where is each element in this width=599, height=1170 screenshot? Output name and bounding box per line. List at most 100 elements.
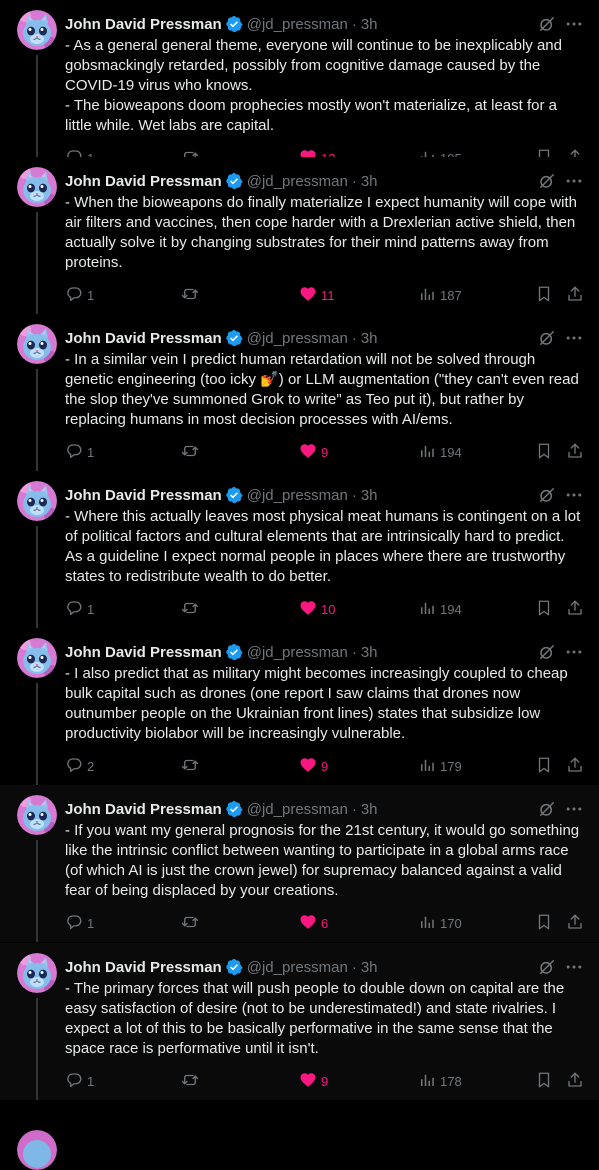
share-button[interactable] <box>566 599 584 619</box>
author-name[interactable]: John David Pressman <box>65 959 222 976</box>
bookmark-button[interactable] <box>535 285 553 305</box>
tweet-timestamp[interactable]: 3h <box>361 330 378 347</box>
reply-button[interactable]: 2 <box>65 756 94 776</box>
grok-icon[interactable] <box>537 642 557 662</box>
share-button[interactable] <box>566 442 584 462</box>
more-icon[interactable] <box>564 485 584 505</box>
like-button[interactable]: 9 <box>299 1071 328 1091</box>
like-button[interactable]: 9 <box>299 756 328 776</box>
reply-button[interactable]: 1 <box>65 599 94 619</box>
grok-icon[interactable] <box>537 328 557 348</box>
tweet[interactable]: John David Pressman @jd_pressman · 3h - … <box>0 785 599 942</box>
tweet-timestamp[interactable]: 3h <box>361 173 378 190</box>
tweet-timestamp[interactable]: 3h <box>361 644 378 661</box>
bookmark-button[interactable] <box>535 599 553 619</box>
like-button[interactable]: 10 <box>299 599 335 619</box>
like-button[interactable]: 9 <box>299 442 328 462</box>
author-handle[interactable]: @jd_pressman <box>247 644 348 661</box>
views-icon <box>418 913 436 934</box>
author-avatar[interactable] <box>17 638 57 678</box>
tweet[interactable]: John David Pressman @jd_pressman · 3h - … <box>0 471 599 628</box>
repost-button[interactable] <box>181 756 203 776</box>
share-button[interactable] <box>566 756 584 776</box>
bookmark-button[interactable] <box>535 442 553 462</box>
tweet-timestamp[interactable]: 3h <box>361 959 378 976</box>
grok-icon[interactable] <box>537 14 557 34</box>
separator-dot: · <box>351 486 357 504</box>
verified-badge-icon <box>226 15 243 33</box>
author-avatar[interactable] <box>17 10 57 50</box>
tweet[interactable]: John David Pressman @jd_pressman · 3h - … <box>0 157 599 314</box>
views-icon <box>418 285 436 306</box>
reply-button[interactable]: 1 <box>65 285 94 305</box>
bookmark-icon <box>535 285 553 306</box>
separator-dot: · <box>351 172 357 190</box>
reply-button[interactable]: 1 <box>65 442 94 462</box>
more-icon[interactable] <box>564 799 584 819</box>
repost-button[interactable] <box>181 442 203 462</box>
like-button[interactable]: 6 <box>299 913 328 933</box>
author-avatar[interactable] <box>17 795 57 835</box>
tweet-timestamp[interactable]: 3h <box>361 16 378 33</box>
tweet-text: - As a general general theme, everyone w… <box>65 36 585 136</box>
author-name[interactable]: John David Pressman <box>65 801 222 818</box>
grok-icon[interactable] <box>537 171 557 191</box>
bookmark-button[interactable] <box>535 756 553 776</box>
author-handle[interactable]: @jd_pressman <box>247 801 348 818</box>
tweet-timestamp[interactable]: 3h <box>361 801 378 818</box>
share-button[interactable] <box>566 285 584 305</box>
views-count: 179 <box>440 758 462 774</box>
author-avatar[interactable] <box>17 953 57 993</box>
grok-icon[interactable] <box>537 799 557 819</box>
reply-button[interactable]: 1 <box>65 913 94 933</box>
more-icon[interactable] <box>564 328 584 348</box>
author-handle[interactable]: @jd_pressman <box>247 330 348 347</box>
more-icon[interactable] <box>564 171 584 191</box>
bookmark-button[interactable] <box>535 1071 553 1091</box>
reply-icon <box>65 599 83 620</box>
author-handle[interactable]: @jd_pressman <box>247 959 348 976</box>
more-icon[interactable] <box>564 642 584 662</box>
tweet-text: - Where this actually leaves most physic… <box>65 507 585 587</box>
author-name[interactable]: John David Pressman <box>65 644 222 661</box>
reply-count: 1 <box>87 287 95 303</box>
like-button[interactable]: 11 <box>299 285 335 305</box>
repost-button[interactable] <box>181 913 203 933</box>
tweet-actions: 1 11 187 <box>0 285 599 305</box>
tweet[interactable]: John David Pressman @jd_pressman · 3h - … <box>0 943 599 1100</box>
author-name[interactable]: John David Pressman <box>65 487 222 504</box>
views-button[interactable]: 170 <box>418 913 462 933</box>
author-name[interactable]: John David Pressman <box>65 330 222 347</box>
tweet-timestamp[interactable]: 3h <box>361 487 378 504</box>
views-button[interactable]: 179 <box>418 756 462 776</box>
repost-button[interactable] <box>181 1071 203 1091</box>
tweet[interactable]: John David Pressman @jd_pressman · 3h - … <box>0 628 599 785</box>
author-avatar[interactable] <box>17 324 57 364</box>
grok-icon[interactable] <box>537 485 557 505</box>
bookmark-button[interactable] <box>535 913 553 933</box>
repost-button[interactable] <box>181 599 203 619</box>
more-icon[interactable] <box>564 14 584 34</box>
author-avatar[interactable] <box>17 481 57 521</box>
reply-count: 2 <box>87 758 95 774</box>
more-icon[interactable] <box>564 957 584 977</box>
author-handle[interactable]: @jd_pressman <box>247 173 348 190</box>
reply-button[interactable]: 1 <box>65 1071 94 1091</box>
views-button[interactable]: 178 <box>418 1071 462 1091</box>
like-count: 11 <box>321 287 335 303</box>
share-button[interactable] <box>566 913 584 933</box>
author-handle[interactable]: @jd_pressman <box>247 16 348 33</box>
author-name[interactable]: John David Pressman <box>65 16 222 33</box>
author-handle[interactable]: @jd_pressman <box>247 487 348 504</box>
grok-icon[interactable] <box>537 957 557 977</box>
views-button[interactable]: 194 <box>418 599 462 619</box>
tweet[interactable]: John David Pressman @jd_pressman · 3h - … <box>0 0 599 166</box>
author-avatar[interactable] <box>17 167 57 207</box>
author-name[interactable]: John David Pressman <box>65 173 222 190</box>
share-button[interactable] <box>566 1071 584 1091</box>
views-button[interactable]: 194 <box>418 442 462 462</box>
next-tweet-avatar[interactable] <box>17 1130 57 1170</box>
views-button[interactable]: 187 <box>418 285 462 305</box>
repost-button[interactable] <box>181 285 203 305</box>
tweet[interactable]: John David Pressman @jd_pressman · 3h - … <box>0 314 599 471</box>
